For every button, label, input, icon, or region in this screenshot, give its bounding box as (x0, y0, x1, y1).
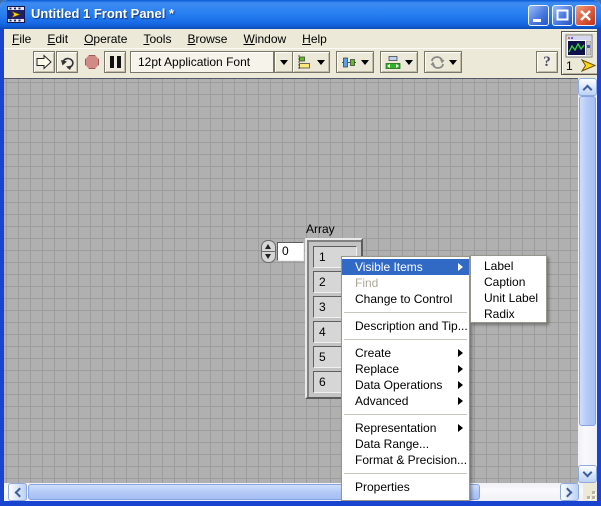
run-continuous-icon (60, 57, 74, 70)
context-menu: Visible Items Find Change to Control Des… (341, 256, 470, 501)
panel-corner-icon[interactable]: 1 (561, 31, 599, 75)
submenu-item-radix[interactable]: Radix (471, 306, 546, 322)
menu-separator (344, 339, 467, 340)
labview-front-panel-window: Untitled 1 Front Panel * File Edit Opera… (0, 0, 601, 506)
menu-tools[interactable]: Tools (135, 31, 179, 47)
chevron-down-icon (280, 59, 288, 65)
vertical-scrollbar[interactable] (578, 78, 597, 483)
font-selector-dropdown[interactable] (274, 51, 294, 73)
menu-item-find: Find (355, 276, 379, 290)
chevron-up-icon (582, 84, 593, 94)
align-objects-button[interactable] (292, 51, 330, 73)
chevron-down-icon (361, 59, 369, 65)
window-border (0, 29, 4, 506)
menu-item-properties[interactable]: Properties (342, 479, 469, 495)
close-icon (580, 10, 591, 21)
submenu-item-label[interactable]: Label (471, 258, 546, 274)
minimize-icon (533, 19, 541, 22)
context-help-button[interactable]: ? (536, 51, 558, 73)
menu-item-format-precision[interactable]: Format & Precision... (342, 452, 469, 468)
resize-objects-button[interactable] (380, 51, 418, 73)
reorder-button[interactable] (424, 51, 462, 73)
maximize-button[interactable] (552, 5, 573, 26)
array-index-spinner[interactable] (261, 240, 276, 263)
visible-items-submenu: Label Caption Unit Label Radix (470, 255, 547, 323)
menu-item-create[interactable]: Create (342, 345, 469, 361)
scroll-right-button[interactable] (560, 483, 579, 501)
submenu-arrow-icon (458, 424, 463, 432)
menu-item-data-range[interactable]: Data Range... (342, 436, 469, 452)
run-icon (36, 54, 52, 70)
spinner-up-icon[interactable] (265, 244, 271, 249)
menu-operate[interactable]: Operate (76, 31, 135, 47)
vertical-scrollbar-thumb[interactable] (579, 96, 596, 426)
toolbar: 12pt Application Font ? (4, 48, 597, 78)
submenu-arrow-icon (458, 397, 463, 405)
pause-button[interactable] (104, 51, 126, 73)
scroll-up-button[interactable] (578, 78, 597, 96)
chevron-down-icon (317, 59, 325, 65)
submenu-arrow-icon (458, 263, 463, 271)
waveform-chart-icon (565, 34, 593, 58)
chevron-right-icon (562, 487, 573, 497)
abort-button (82, 51, 102, 73)
menu-item-data-operations[interactable]: Data Operations (342, 377, 469, 393)
array-label: Array (306, 222, 335, 236)
window-title: Untitled 1 Front Panel * (31, 6, 175, 21)
maximize-icon (556, 9, 569, 21)
distribute-objects-icon (342, 57, 356, 67)
menu-separator (344, 414, 467, 415)
resize-objects-icon (385, 55, 401, 69)
menu-separator (344, 312, 467, 313)
menu-edit[interactable]: Edit (39, 31, 76, 47)
submenu-item-unit-label[interactable]: Unit Label (471, 290, 546, 306)
menu-bar: File Edit Operate Tools Browse Window He… (4, 29, 597, 48)
submenu-arrow-icon (458, 381, 463, 389)
window-border (0, 501, 601, 506)
run-button[interactable] (33, 51, 55, 73)
chevron-left-icon (14, 487, 25, 497)
menu-item-representation[interactable]: Representation (342, 420, 469, 436)
title-bar[interactable]: Untitled 1 Front Panel * (0, 0, 601, 29)
array-index-value[interactable]: 0 (277, 242, 304, 261)
reorder-icon (430, 55, 445, 69)
run-continuous-button[interactable] (56, 51, 78, 73)
scroll-down-button[interactable] (578, 465, 597, 483)
submenu-arrow-icon (458, 365, 463, 373)
align-objects-icon (298, 54, 310, 70)
menu-item-advanced[interactable]: Advanced (342, 393, 469, 409)
close-button[interactable] (575, 5, 596, 26)
panel-number: 1 (566, 59, 573, 73)
run-cursor-icon (581, 59, 597, 72)
menu-item-description-and-tip[interactable]: Description and Tip... (342, 318, 469, 334)
labview-logo-icon (7, 6, 25, 23)
menu-item-replace[interactable]: Replace (342, 361, 469, 377)
submenu-arrow-icon (458, 349, 463, 357)
menu-item-visible-items[interactable]: Visible Items (342, 259, 469, 275)
help-icon: ? (543, 53, 551, 70)
minimize-button[interactable] (528, 5, 549, 26)
pause-icon (109, 56, 121, 68)
menu-file[interactable]: File (4, 31, 39, 47)
chevron-down-icon (582, 467, 593, 477)
distribute-objects-button[interactable] (336, 51, 374, 73)
menu-item-change-to-control[interactable]: Change to Control (342, 291, 469, 307)
resize-grip-icon[interactable] (583, 483, 597, 501)
submenu-item-caption[interactable]: Caption (471, 274, 546, 290)
menu-separator (344, 473, 467, 474)
chevron-down-icon (449, 59, 458, 65)
horizontal-scrollbar[interactable] (4, 483, 583, 501)
menu-window[interactable]: Window (235, 31, 294, 47)
font-selector[interactable]: 12pt Application Font (130, 51, 274, 73)
menu-browse[interactable]: Browse (179, 31, 235, 47)
scroll-left-button[interactable] (8, 483, 27, 501)
window-border (597, 29, 601, 506)
abort-icon (85, 55, 99, 69)
menu-help[interactable]: Help (294, 31, 335, 47)
spinner-down-icon[interactable] (265, 254, 271, 259)
chevron-down-icon (405, 59, 413, 65)
